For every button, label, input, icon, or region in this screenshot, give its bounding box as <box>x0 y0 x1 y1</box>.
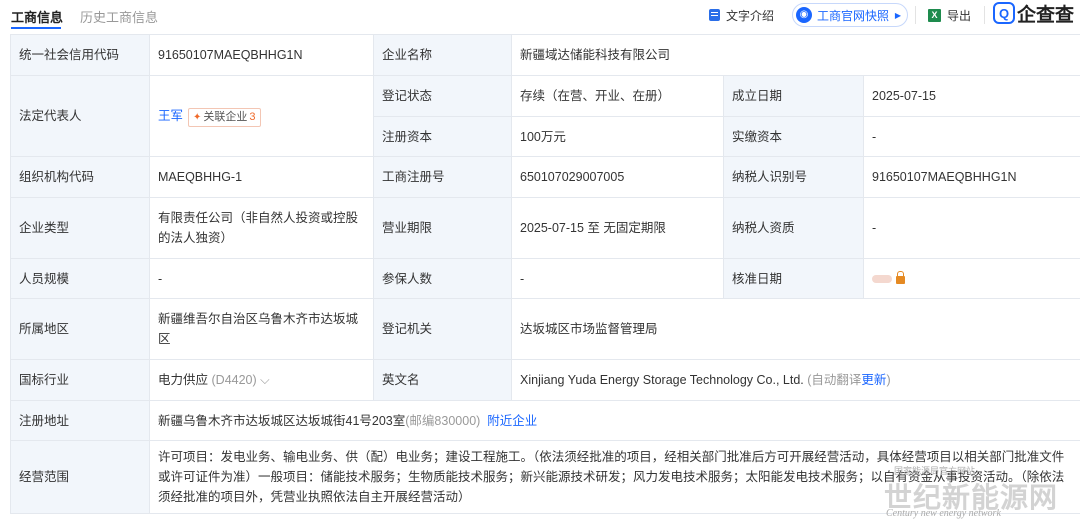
approval-date-value[interactable] <box>863 258 1080 299</box>
related-companies-label: 关联企业 <box>203 110 248 123</box>
qichacha-logo: Q 企查查 <box>993 0 1074 26</box>
approval-date-label: 核准日期 <box>723 258 864 299</box>
toolbar-divider <box>915 6 916 24</box>
english-name-label: 英文名 <box>373 359 512 401</box>
toolbar-divider <box>984 6 985 24</box>
address-cell: 新疆乌鲁木齐市达坂城区达坂城街41号203室(邮编830000) 附近企业 <box>149 400 1080 441</box>
address-value: 新疆乌鲁木齐市达坂城区达坂城街41号203室 <box>158 413 406 428</box>
address-label: 注册地址 <box>10 400 150 441</box>
postcode: (邮编830000) <box>405 413 481 428</box>
company-name-label: 企业名称 <box>373 34 512 76</box>
table-row: 注册地址 新疆乌鲁木齐市达坂城区达坂城街41号203室(邮编830000) 附近… <box>10 400 1080 441</box>
legal-rep-label: 法定代表人 <box>10 75 150 157</box>
reg-authority-value: 达坂城区市场监督管理局 <box>511 298 1080 360</box>
insured-label: 参保人数 <box>373 258 512 299</box>
table-row: 所属地区 新疆维吾尔自治区乌鲁木齐市达坂城区 登记机关 达坂城区市场监督管理局 <box>10 298 1080 360</box>
industry-label: 国标行业 <box>10 359 150 401</box>
document-icon <box>709 9 720 21</box>
related-companies-badge[interactable]: ✦ 关联企业 3 <box>188 107 261 127</box>
table-row: 国标行业 电力供应 (D4420) ⌵ 英文名 Xinjiang Yuda En… <box>10 359 1080 401</box>
snapshot-icon: ◉ <box>796 7 812 23</box>
region-value: 新疆维吾尔自治区乌鲁木齐市达坂城区 <box>149 298 374 360</box>
reg-capital-value: 100万元 <box>511 116 724 157</box>
reg-no-value: 650107029007005 <box>511 156 724 198</box>
excel-icon: X <box>928 8 941 22</box>
credit-code-label: 统一社会信用代码 <box>10 34 150 76</box>
official-snapshot-button[interactable]: ◉ 工商官网快照 ▶ <box>792 3 908 27</box>
top-bar: 工商信息 历史工商信息 文字介绍 ◉ 工商官网快照 ▶ X 导出 Q 企查查 <box>0 0 1080 31</box>
founded-label: 成立日期 <box>723 75 864 117</box>
related-companies-count: 3 <box>249 110 256 123</box>
scope-label: 经营范围 <box>10 440 150 514</box>
taxpayer-qual-value: - <box>863 197 1080 259</box>
industry-code: (D4420) <box>211 373 257 387</box>
play-arrow-icon: ▶ <box>894 10 901 20</box>
taxpayer-qual-label: 纳税人资质 <box>723 197 864 259</box>
industry-cell[interactable]: 电力供应 (D4420) ⌵ <box>149 359 374 401</box>
reg-capital-label: 注册资本 <box>373 116 512 157</box>
nearby-companies-link[interactable]: 附近企业 <box>487 414 537 428</box>
related-companies-icon: ✦ <box>193 111 202 123</box>
tab-history-business-info[interactable]: 历史工商信息 <box>80 7 158 26</box>
qichacha-logo-icon: Q <box>993 2 1015 24</box>
company-type-label: 企业类型 <box>10 197 150 259</box>
english-name-value: Xinjiang Yuda Energy Storage Technology … <box>520 373 804 387</box>
legal-rep-cell: 王军 ✦ 关联企业 3 <box>149 75 374 157</box>
brand-name: 企查查 <box>1017 4 1075 26</box>
reg-status-label: 登记状态 <box>373 75 512 117</box>
text-intro-label: 文字介绍 <box>726 8 775 23</box>
auto-translate-note: (自动翻译 <box>807 373 862 387</box>
update-link[interactable]: 更新 <box>861 373 886 387</box>
staff-size-label: 人员规模 <box>10 258 150 299</box>
business-info-table: 统一社会信用代码 91650107MAEQBHHG1N 企业名称 新疆域达储能科… <box>10 34 1080 514</box>
credit-code-value: 91650107MAEQBHHG1N <box>149 34 374 76</box>
export-label: 导出 <box>947 8 972 23</box>
official-snapshot-label: 工商官网快照 <box>817 8 890 23</box>
reg-status-value: 存续（在营、开业、在册） <box>511 75 724 117</box>
table-row: 法定代表人 王军 ✦ 关联企业 3 登记状态 存续（在营、开业、在册） 成立日期 20… <box>10 75 1080 157</box>
insured-value: - <box>511 258 724 299</box>
org-code-label: 组织机构代码 <box>10 156 150 198</box>
company-name-value: 新疆域达储能科技有限公司 <box>511 34 1080 76</box>
biz-term-label: 营业期限 <box>373 197 512 259</box>
table-row: 统一社会信用代码 91650107MAEQBHHG1N 企业名称 新疆域达储能科… <box>10 34 1080 76</box>
tab-business-info[interactable]: 工商信息 <box>11 7 63 26</box>
company-type-value: 有限责任公司（非自然人投资或控股的法人独资） <box>149 197 374 259</box>
legal-rep-name-link[interactable]: 王军 <box>158 109 183 123</box>
reg-authority-label: 登记机关 <box>373 298 512 360</box>
active-tab-indicator <box>11 27 61 29</box>
paid-capital-label: 实缴资本 <box>723 116 864 157</box>
blurred-value <box>872 275 892 284</box>
taxpayer-id-label: 纳税人识别号 <box>723 156 864 198</box>
table-row: 企业类型 有限责任公司（非自然人投资或控股的法人独资） 营业期限 2025-07… <box>10 197 1080 259</box>
chevron-down-icon: ⌵ <box>260 373 270 387</box>
region-label: 所属地区 <box>10 298 150 360</box>
industry-value: 电力供应 <box>158 373 209 387</box>
org-code-value: MAEQBHHG-1 <box>149 156 374 198</box>
table-row: 经营范围 许可项目：发电业务、输电业务、供（配）电业务；建设工程施工。（依法须经… <box>10 440 1080 514</box>
table-row: 组织机构代码 MAEQBHHG-1 工商注册号 650107029007005 … <box>10 156 1080 198</box>
lock-icon <box>896 270 905 284</box>
biz-term-value: 2025-07-15 至 无固定期限 <box>511 197 724 259</box>
reg-no-label: 工商注册号 <box>373 156 512 198</box>
text-intro-button[interactable]: 文字介绍 <box>709 3 774 27</box>
scope-value: 许可项目：发电业务、输电业务、供（配）电业务；建设工程施工。（依法须经批准的项目… <box>149 440 1080 514</box>
founded-value: 2025-07-15 <box>863 75 1080 117</box>
table-row: 人员规模 - 参保人数 - 核准日期 <box>10 258 1080 299</box>
english-name-cell: Xinjiang Yuda Energy Storage Technology … <box>511 359 1080 401</box>
auto-translate-close: ) <box>886 373 891 387</box>
paid-capital-value: - <box>863 116 1080 157</box>
export-button[interactable]: X 导出 <box>928 3 971 27</box>
staff-size-value: - <box>149 258 374 299</box>
taxpayer-id-value: 91650107MAEQBHHG1N <box>863 156 1080 198</box>
